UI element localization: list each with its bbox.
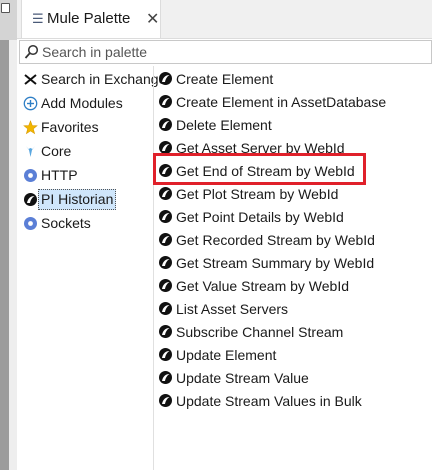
operation-label: Update Stream Value <box>176 370 309 386</box>
http-icon <box>24 169 37 182</box>
pi-operation-icon <box>159 279 172 292</box>
scrollbar[interactable] <box>0 40 9 470</box>
operation-item[interactable]: Get Recorded Stream by WebId <box>157 229 427 252</box>
module-http[interactable]: HTTP <box>19 164 153 187</box>
operation-label: Get Plot Stream by WebId <box>176 186 339 202</box>
plus-circle-icon <box>23 96 38 111</box>
pi-operation-icon <box>159 348 172 361</box>
module-label: HTTP <box>41 167 78 183</box>
tab-mule-palette[interactable]: ☰ Mule Palette ✕ <box>21 0 161 38</box>
pi-operation-icon <box>159 118 172 131</box>
operation-label: Subscribe Channel Stream <box>176 324 344 340</box>
close-icon[interactable]: ✕ <box>146 9 159 29</box>
pi-operation-icon <box>159 371 172 384</box>
core-icon <box>26 146 35 157</box>
pi-historian-icon <box>24 193 37 206</box>
operation-label: Get Recorded Stream by WebId <box>176 232 375 248</box>
operation-item[interactable]: Create Element <box>157 68 427 91</box>
pi-operation-icon <box>159 95 172 108</box>
operation-item[interactable]: Get Stream Summary by WebId <box>157 252 427 275</box>
pane-separator[interactable] <box>9 40 17 470</box>
module-sockets[interactable]: Sockets <box>19 212 153 235</box>
module-label: Add Modules <box>41 95 123 111</box>
operation-item[interactable]: Update Element <box>157 344 427 367</box>
operation-item[interactable]: Get Value Stream by WebId <box>157 275 427 298</box>
module-favorites[interactable]: Favorites <box>19 116 153 139</box>
tab-label: Mule Palette <box>47 10 131 27</box>
operation-label: Get Point Details by WebId <box>176 209 344 225</box>
operation-label: Get Stream Summary by WebId <box>176 255 375 271</box>
operation-item[interactable]: List Asset Servers <box>157 298 427 321</box>
search-input[interactable] <box>42 42 422 62</box>
module-label: Search in Exchange <box>41 71 167 87</box>
operation-label: Delete Element <box>176 117 272 133</box>
module-add-modules[interactable]: Add Modules <box>19 92 153 115</box>
operation-item[interactable]: Get Plot Stream by WebId <box>157 183 427 206</box>
pane-divider <box>153 66 154 470</box>
operation-item[interactable]: Subscribe Channel Stream <box>157 321 427 344</box>
star-icon <box>23 120 38 135</box>
pi-operation-icon <box>159 233 172 246</box>
window-icon[interactable] <box>1 3 10 13</box>
operation-item[interactable]: Create Element in AssetDatabase <box>157 91 427 114</box>
operation-label: Update Stream Values in Bulk <box>176 393 362 409</box>
tab-bar: ☰ Mule Palette ✕ <box>17 0 432 39</box>
pi-operation-icon <box>159 256 172 269</box>
search-icon <box>24 44 39 59</box>
module-pi-historian[interactable]: PI Historian <box>19 188 153 211</box>
pi-operation-icon <box>159 72 172 85</box>
operation-item[interactable]: Update Stream Values in Bulk <box>157 390 427 413</box>
search-field[interactable] <box>19 40 432 64</box>
module-search-exchange[interactable]: Search in Exchange <box>19 68 166 91</box>
operation-item[interactable]: Update Stream Value <box>157 367 427 390</box>
module-label: PI Historian <box>38 189 117 210</box>
pi-operation-icon <box>159 210 172 223</box>
module-label: Sockets <box>41 215 91 231</box>
module-label: Core <box>41 143 72 159</box>
operation-label: Create Element in AssetDatabase <box>176 94 387 110</box>
pi-operation-icon <box>159 394 172 407</box>
module-label: Favorites <box>41 119 99 135</box>
module-core[interactable]: Core <box>19 140 153 163</box>
sockets-icon <box>24 217 37 230</box>
highlight-annotation <box>153 153 366 185</box>
pi-operation-icon <box>159 325 172 338</box>
operation-label: Update Element <box>176 347 277 363</box>
pi-operation-icon <box>159 187 172 200</box>
exchange-icon <box>24 74 37 85</box>
palette-icon: ☰ <box>32 11 44 26</box>
operation-label: Get Value Stream by WebId <box>176 278 350 294</box>
operation-item[interactable]: Get Point Details by WebId <box>157 206 427 229</box>
operation-label: Create Element <box>176 71 274 87</box>
pi-operation-icon <box>159 302 172 315</box>
operation-item[interactable]: Delete Element <box>157 114 427 137</box>
operation-label: List Asset Servers <box>176 301 289 317</box>
left-pane-strip <box>0 0 17 470</box>
